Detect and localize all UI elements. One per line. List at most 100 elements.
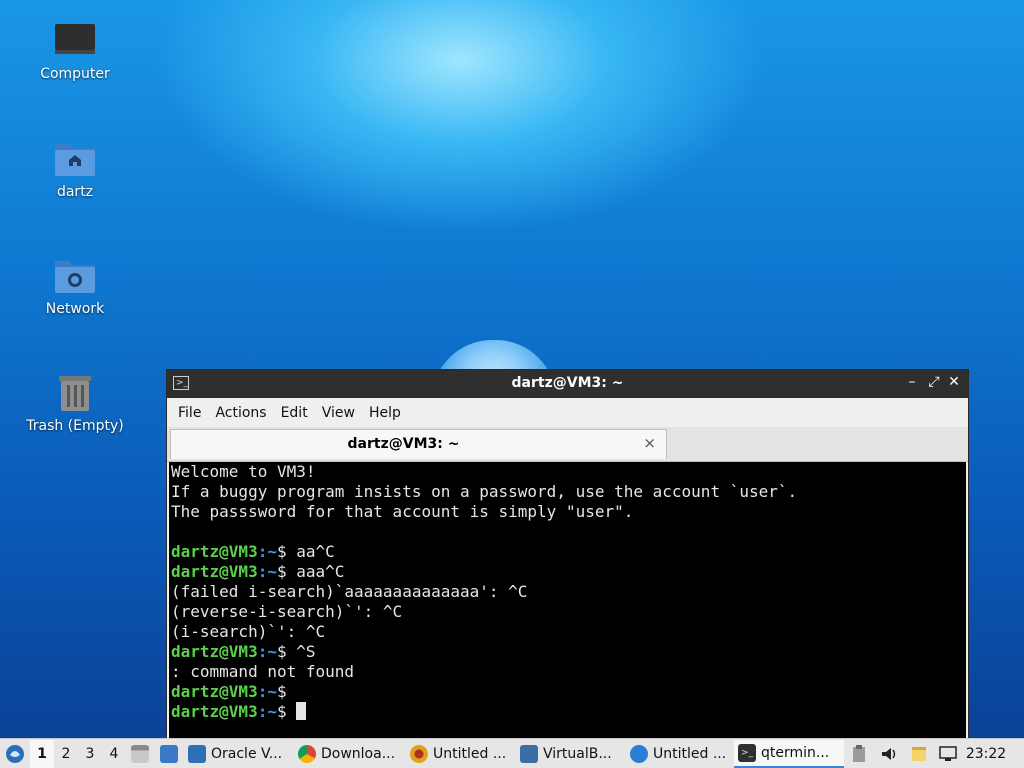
menu-view[interactable]: View (315, 405, 362, 421)
tab-bar: dartz@VM3: ~ × (167, 427, 968, 462)
task-untitled-1[interactable]: Untitled ... (406, 740, 516, 768)
notes-icon (912, 746, 926, 761)
prompt-command: $ aaa^C (276, 562, 345, 581)
show-desktop-icon (160, 744, 178, 763)
terminal-line: dartz@VM3:~$ aa^C (171, 542, 964, 562)
menu-file[interactable]: File (171, 405, 208, 421)
task-oracle-vm[interactable]: Oracle V... (184, 740, 294, 768)
volume-icon (882, 747, 896, 760)
tray-notes[interactable] (904, 740, 934, 768)
task-untitled-2[interactable]: Untitled ... (626, 740, 734, 768)
terminal-line: (failed i-search)`aaaaaaaaaaaaaa': ^C (171, 582, 528, 601)
desktop-icon-label: dartz (56, 184, 94, 200)
network-status-icon (939, 745, 957, 761)
desktop-icon-label: Trash (Empty) (26, 418, 124, 434)
tray-clipboard[interactable] (844, 740, 874, 768)
trash-icon (59, 376, 91, 411)
task-label: Oracle V... (211, 745, 283, 762)
prompt-separator: : (257, 642, 268, 661)
tab-terminal[interactable]: dartz@VM3: ~ × (170, 429, 667, 459)
prompt-separator: : (257, 682, 268, 701)
home-folder-icon (55, 144, 95, 176)
task-downloads[interactable]: Downloa... (294, 740, 406, 768)
menu-actions[interactable]: Actions (208, 405, 273, 421)
prompt-user: dartz@VM3 (171, 702, 258, 721)
file-manager-icon (131, 744, 149, 763)
terminal-line: dartz@VM3:~$ ^S (171, 642, 964, 662)
chrome-icon (298, 744, 316, 763)
prompt-user: dartz@VM3 (171, 642, 258, 661)
network-app-icon (630, 744, 648, 763)
prompt-path: ~ (267, 562, 277, 581)
prompt-path: ~ (267, 702, 277, 721)
prompt-user: dartz@VM3 (171, 562, 258, 581)
prompt-separator: : (257, 702, 268, 721)
task-label: Untitled ... (653, 745, 727, 762)
prompt-command: $ (276, 702, 297, 721)
virtualbox-icon (520, 744, 538, 763)
prompt-separator: : (257, 562, 268, 581)
computer-icon (55, 24, 95, 54)
clipboard-icon (853, 744, 865, 762)
task-label: qtermin... (761, 744, 830, 761)
prompt-user: dartz@VM3 (171, 682, 258, 701)
menu-edit[interactable]: Edit (274, 405, 315, 421)
tab-label: dartz@VM3: ~ (347, 436, 460, 452)
taskbar: 1 2 3 4 Oracle V... Downloa... Untitled … (0, 738, 1024, 768)
untitled-app-icon (410, 744, 428, 763)
workspace-2[interactable]: 2 (54, 740, 78, 768)
terminal-line: dartz@VM3:~$ (171, 682, 964, 702)
prompt-separator: : (257, 542, 268, 561)
prompt-command: $ ^S (276, 642, 316, 661)
workspace-3[interactable]: 3 (78, 740, 102, 768)
tray-network[interactable] (934, 740, 962, 768)
terminal-line: If a buggy program insists on a password… (171, 482, 798, 501)
task-label: Untitled ... (433, 745, 507, 762)
terminal-line: dartz@VM3:~$ aaa^C (171, 562, 964, 582)
terminal-output[interactable]: Welcome to VM3! If a buggy program insist… (169, 462, 966, 738)
file-manager-launcher[interactable] (126, 740, 154, 768)
terminal-line: The passsword for that account is simply… (171, 502, 634, 521)
workspace-4[interactable]: 4 (102, 740, 126, 768)
terminal-icon: >_ (738, 743, 756, 762)
prompt-command: $ (276, 682, 287, 701)
window-titlebar[interactable]: >_ dartz@VM3: ~ – ⤢ ✕ (167, 370, 968, 398)
lxqt-logo-icon (6, 744, 24, 763)
prompt-user: dartz@VM3 (171, 542, 258, 561)
minimize-button[interactable]: – (904, 374, 920, 390)
close-button[interactable]: ✕ (946, 374, 962, 390)
network-folder-icon (55, 261, 95, 293)
start-menu-button[interactable] (0, 740, 30, 768)
task-label: VirtualB... (543, 745, 612, 762)
desktop-icon-label: Network (45, 301, 105, 317)
virtualbox-manager-icon (188, 744, 206, 763)
tab-close-icon[interactable]: × (643, 434, 656, 452)
prompt-path: ~ (267, 642, 277, 661)
prompt-path: ~ (267, 682, 277, 701)
terminal-line: dartz@VM3:~$ (171, 702, 964, 722)
terminal-line: Welcome to VM3! (171, 462, 316, 481)
task-virtualbox[interactable]: VirtualB... (516, 740, 626, 768)
menu-help[interactable]: Help (362, 405, 408, 421)
workspace-1[interactable]: 1 (30, 739, 54, 768)
terminal-line: : command not found (171, 662, 355, 681)
tray-volume[interactable] (874, 740, 904, 768)
terminal-cursor (296, 702, 307, 720)
desktop-icon-dartz[interactable]: dartz (20, 138, 130, 200)
show-desktop-button[interactable] (154, 740, 184, 768)
terminal-line: (i-search)`': ^C (171, 622, 326, 641)
prompt-path: ~ (267, 542, 277, 561)
task-label: Downloa... (321, 745, 396, 762)
terminal-line: (reverse-i-search)`': ^C (171, 602, 403, 621)
desktop-icon-label: Computer (40, 66, 110, 82)
task-qterminal[interactable]: >_ qtermin... (734, 739, 844, 768)
clock[interactable]: 23:22 (962, 740, 1010, 768)
desktop-icon-trash[interactable]: Trash (Empty) (20, 372, 130, 434)
terminal-window: >_ dartz@VM3: ~ – ⤢ ✕ File Actions Edit … (166, 369, 969, 739)
desktop-icon-network[interactable]: Network (20, 255, 130, 317)
menubar: File Actions Edit View Help (167, 398, 968, 427)
desktop-icon-computer[interactable]: Computer (20, 20, 130, 82)
prompt-command: $ aa^C (276, 542, 335, 561)
maximize-button[interactable]: ⤢ (926, 374, 942, 390)
